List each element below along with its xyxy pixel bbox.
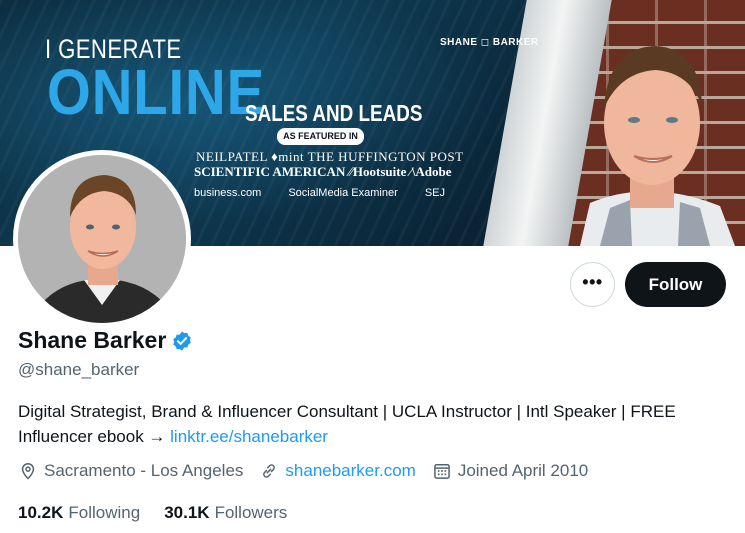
joined-text: Joined April 2010: [457, 461, 589, 480]
joined-item: Joined April 2010: [432, 461, 588, 481]
location-text: Sacramento - Los Angeles: [44, 461, 244, 480]
website-item: shanebarker.com: [259, 461, 416, 481]
location-icon: [21, 463, 35, 480]
bio-link[interactable]: linktr.ee/shanebarker: [170, 427, 328, 446]
calendar-icon: [433, 464, 450, 479]
verified-badge-icon[interactable]: [171, 330, 193, 352]
more-options-button[interactable]: •••: [570, 262, 615, 307]
followers-label: Followers: [214, 503, 288, 522]
press-logos-row1: NEILPATEL ♦mint THE HUFFINGTON POST: [196, 149, 464, 164]
link-icon: [263, 464, 276, 478]
profile-bio: Digital Strategist, Brand & Influencer C…: [18, 399, 718, 449]
profile-stats: 10.2K Following 30.1K Followers: [18, 503, 311, 523]
following-count: 10.2K: [18, 503, 64, 522]
press-logo-business: business.com: [194, 187, 262, 199]
follow-button[interactable]: Follow: [625, 262, 726, 307]
banner-portrait: [580, 46, 735, 246]
profile-name-row: Shane Barker: [18, 327, 193, 354]
press-logo-sej: SEJ: [424, 187, 446, 199]
followers-stat[interactable]: 30.1K Followers: [164, 503, 287, 523]
avatar-photo: [18, 155, 186, 323]
profile-avatar[interactable]: [13, 150, 191, 328]
profile-meta: Sacramento - Los Angeles shanebarker.com…: [18, 461, 604, 481]
banner-brand-tag: SHANE ◻ BARKER: [440, 37, 539, 48]
following-stat[interactable]: 10.2K Following: [18, 503, 140, 523]
avatar-portrait: [18, 155, 186, 323]
profile-name: Shane Barker: [18, 327, 167, 353]
banner-headline-line2: ONLINE: [47, 56, 266, 128]
more-options-icon: •••: [582, 271, 603, 292]
location-item: Sacramento - Los Angeles: [18, 461, 243, 481]
banner-headline-line3: SALES AND LEADS: [245, 100, 423, 126]
following-label: Following: [68, 503, 141, 522]
press-logos-row3: business.com SocialMedia Examiner SEJ: [194, 187, 469, 199]
bio-text: Digital Strategist, Brand & Influencer C…: [18, 402, 676, 446]
profile-handle: @shane_barker: [18, 360, 140, 379]
website-link[interactable]: shanebarker.com: [285, 461, 415, 481]
press-logos-row2: SCIENTIFIC AMERICAN ⁄⁄Hootsuite ⁄\Adobe: [194, 164, 452, 179]
press-logo-socialmedia-examiner: SocialMedia Examiner: [288, 187, 398, 199]
followers-count: 30.1K: [164, 503, 210, 522]
featured-in-label: AS FEATURED IN: [277, 128, 364, 145]
